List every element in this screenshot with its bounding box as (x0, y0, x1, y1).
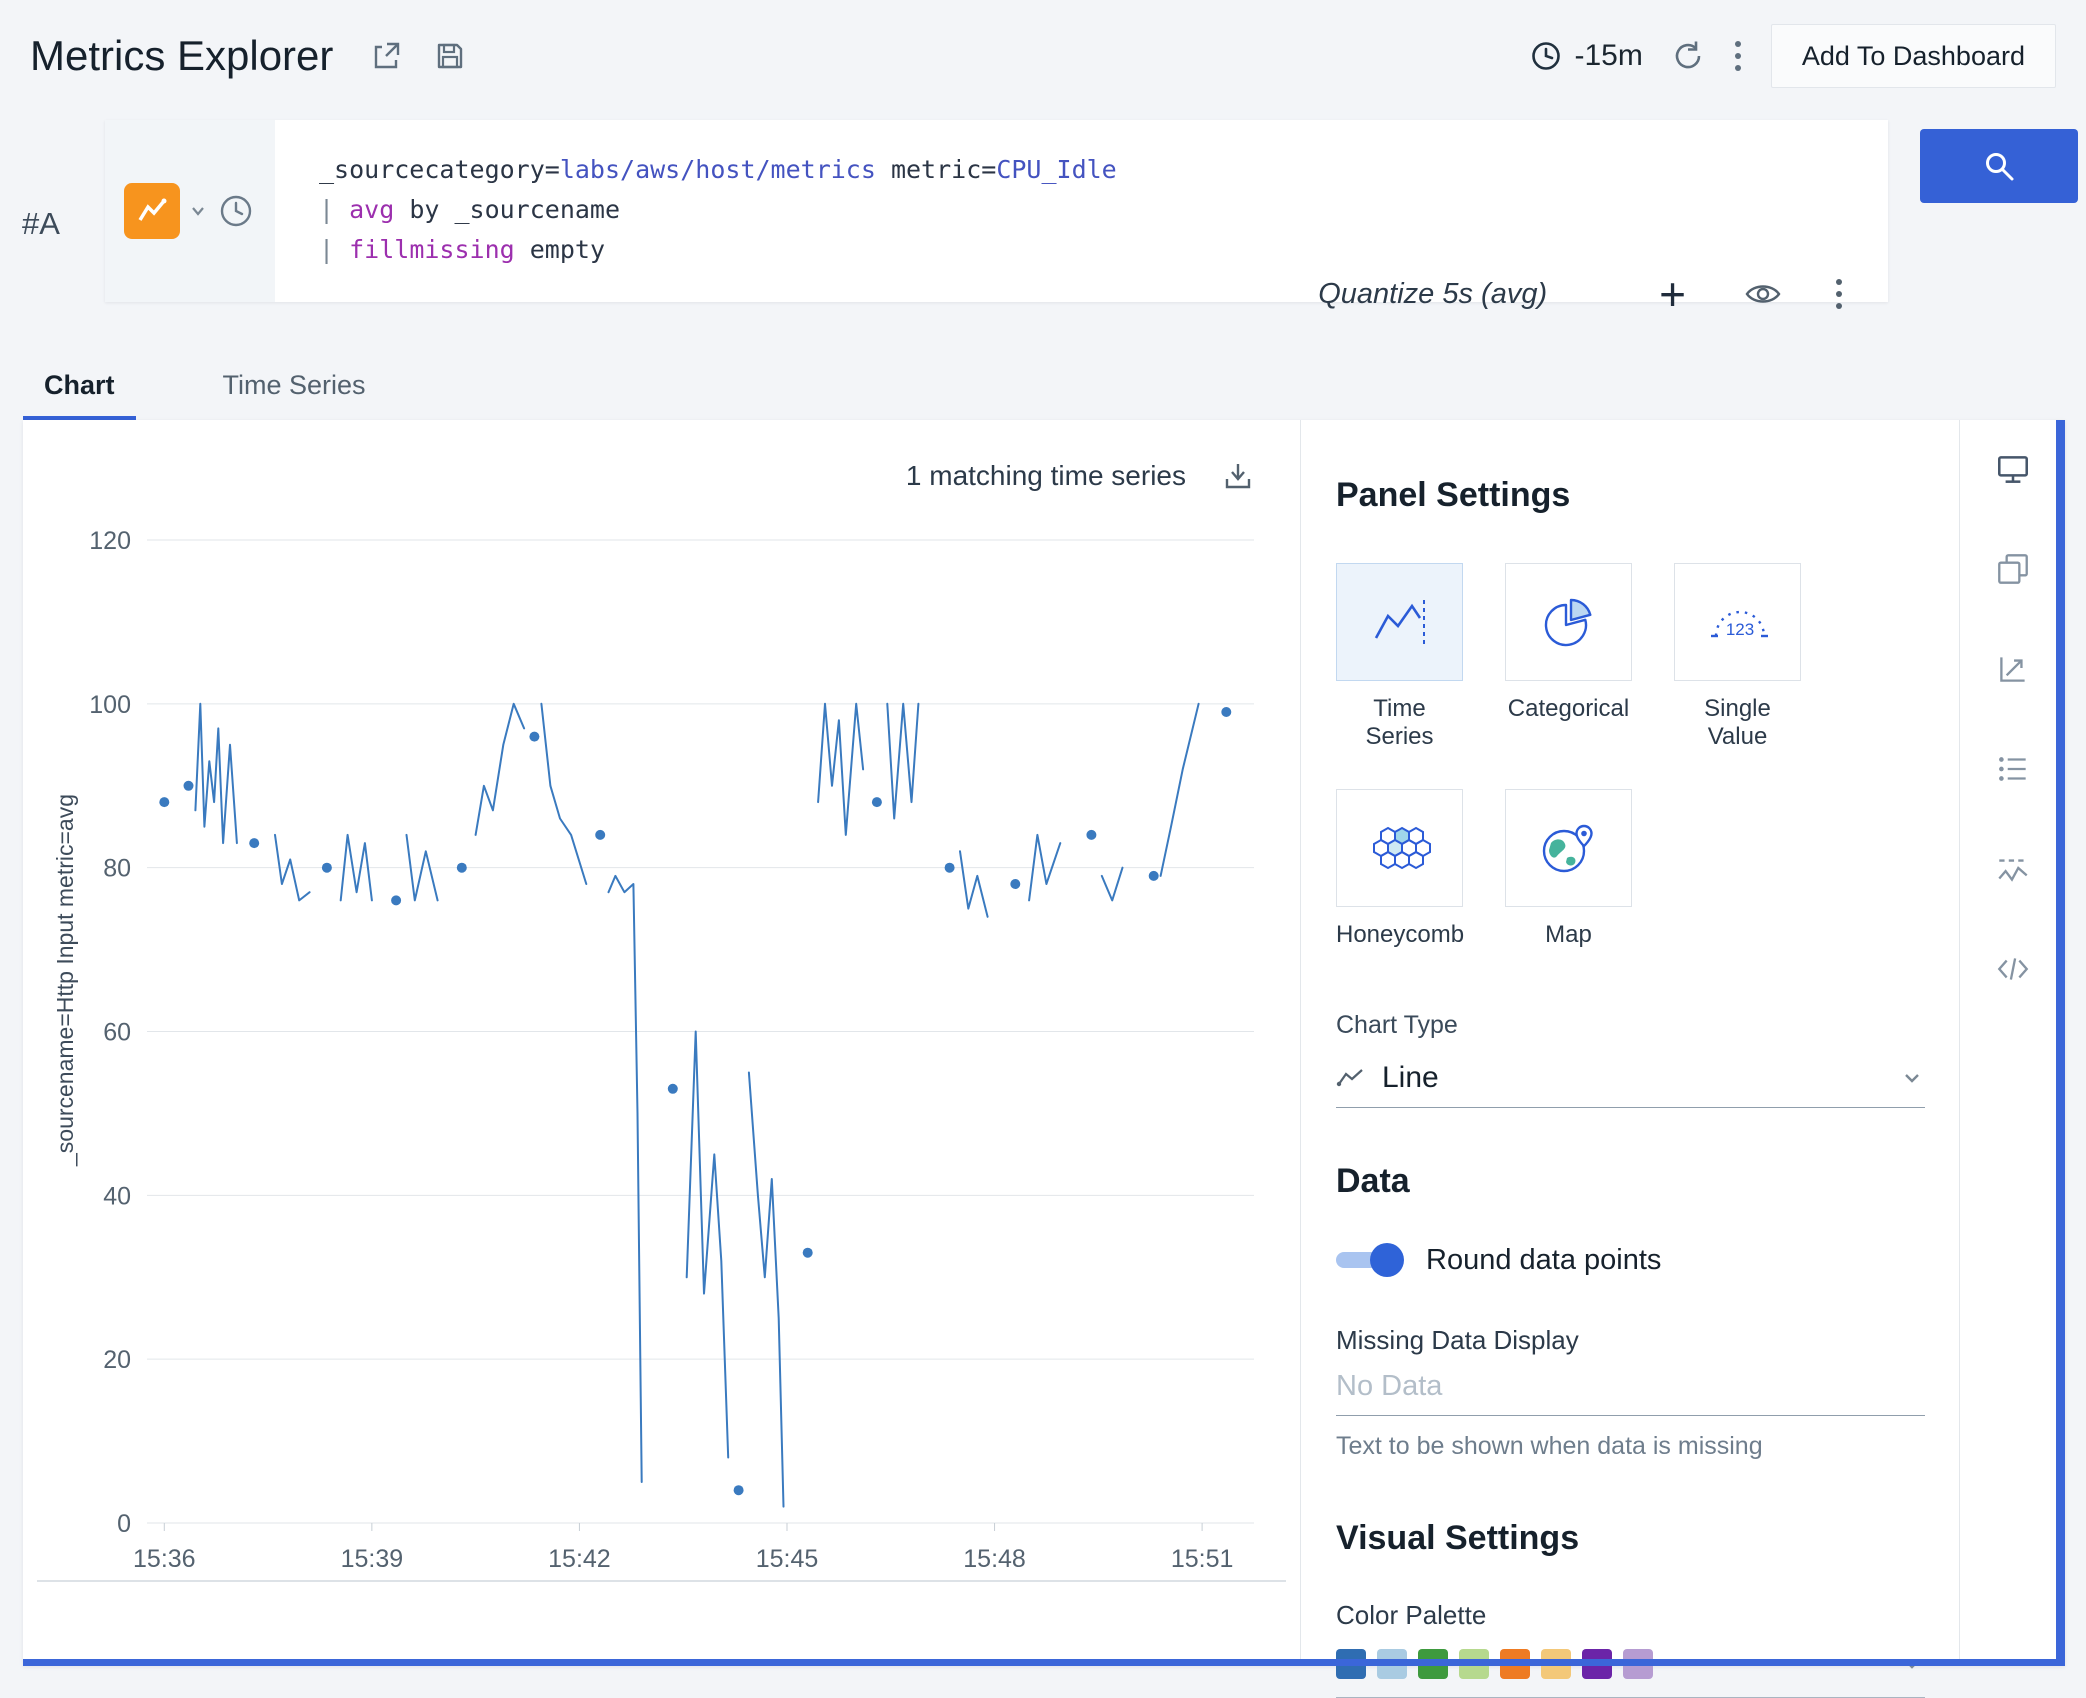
round-data-points-toggle[interactable] (1336, 1243, 1402, 1277)
panel-settings: Panel Settings Time Series Categorical (1301, 420, 1959, 1666)
query-kebab-icon[interactable] (1834, 277, 1844, 311)
save-icon[interactable] (433, 39, 467, 73)
query-line-1: _sourcecategory=labs/aws/host/metrics me… (319, 150, 1117, 190)
matching-series-label: 1 matching time series (906, 460, 1186, 492)
vertical-scrollbar[interactable] (2056, 420, 2065, 1666)
svg-text:15:45: 15:45 (756, 1545, 819, 1573)
add-to-dashboard-button[interactable]: Add To Dashboard (1771, 24, 2056, 88)
chart-type-select[interactable]: Line (1336, 1048, 1925, 1108)
search-button[interactable] (1920, 129, 2078, 203)
axes-range-icon[interactable] (1994, 650, 2032, 688)
quantize-label[interactable]: Quantize 5s (avg) (1318, 278, 1547, 311)
svg-text:100: 100 (89, 691, 131, 719)
pie-chart-icon (1537, 592, 1601, 652)
time-series-icon (1368, 592, 1432, 652)
chart-type-label: Chart Type (1336, 1011, 1925, 1040)
honeycomb-icon (1368, 818, 1432, 878)
page-title: Metrics Explorer (30, 32, 333, 80)
color-palette-label: Color Palette (1336, 1600, 1925, 1631)
overlay-panels-icon[interactable] (1994, 550, 2032, 588)
svg-text:20: 20 (103, 1346, 131, 1374)
svg-text:80: 80 (103, 855, 131, 883)
time-range-control[interactable]: -15m (1530, 39, 1642, 73)
query-input[interactable]: _sourcecategory=labs/aws/host/metrics me… (319, 150, 1117, 270)
query-line-3: | fillmissing empty (319, 230, 1117, 270)
svg-text:120: 120 (89, 527, 131, 555)
time-series-chart[interactable]: 0 20 40 60 80 100 120 15:36 15:39 15:42 15:45 15:48… (23, 420, 1300, 1666)
panel-type-single-value[interactable]: 123 Single Value (1674, 563, 1801, 751)
clock-icon (1530, 40, 1562, 72)
main-panel: 1 matching time series 0 20 40 60 80 100 120 15… (23, 420, 2065, 1666)
page-header: Metrics Explorer -15m Add To Dashboard (0, 0, 2086, 112)
svg-text:15:36: 15:36 (133, 1545, 196, 1573)
svg-text:15:39: 15:39 (341, 1545, 404, 1573)
download-icon[interactable] (1222, 460, 1254, 492)
kebab-menu-icon[interactable] (1733, 39, 1743, 73)
svg-text:60: 60 (103, 1019, 131, 1047)
missing-data-input[interactable] (1336, 1356, 1925, 1416)
round-data-points-label: Round data points (1426, 1244, 1661, 1277)
panel-type-time-series[interactable]: Time Series (1336, 563, 1463, 751)
svg-text:15:51: 15:51 (1171, 1545, 1234, 1573)
data-section-title: Data (1336, 1162, 1925, 1201)
svg-text:123: 123 (1725, 620, 1753, 639)
missing-data-label: Missing Data Display (1336, 1325, 1925, 1356)
chart-area: 1 matching time series 0 20 40 60 80 100 120 15… (23, 420, 1300, 1666)
view-tabs: Chart Time Series (30, 366, 380, 421)
query-time-override-icon[interactable] (216, 191, 256, 231)
svg-text:40: 40 (103, 1182, 131, 1210)
svg-text:_sourcename=Http Input metric=: _sourcename=Http Input metric=avg (52, 794, 78, 1167)
svg-text:15:42: 15:42 (548, 1545, 611, 1573)
legend-list-icon[interactable] (1994, 750, 2032, 788)
panel-type-honeycomb[interactable]: Honeycomb (1336, 789, 1463, 949)
time-range-value: -15m (1574, 39, 1642, 73)
refresh-icon[interactable] (1671, 39, 1705, 73)
horizontal-scrollbar[interactable] (23, 1659, 2056, 1666)
query-type-selector (105, 120, 275, 302)
tab-chart[interactable]: Chart (30, 366, 129, 421)
query-line-2: | avg by _sourcename (319, 190, 1117, 230)
missing-data-help: Text to be shown when data is missing (1336, 1432, 1925, 1461)
chevron-down-icon (1899, 1065, 1925, 1091)
threshold-icon[interactable] (1994, 850, 2032, 888)
map-globe-icon (1537, 818, 1601, 878)
tab-time-series[interactable]: Time Series (209, 366, 380, 421)
panel-type-map[interactable]: Map (1505, 789, 1632, 949)
metrics-query-icon[interactable] (124, 183, 180, 239)
query-row: #A _sourcecategory=labs/aws/host/metrics… (0, 120, 2086, 302)
add-query-icon[interactable]: + (1659, 274, 1686, 314)
color-palette-select[interactable] (1336, 1649, 1925, 1698)
visual-settings-title: Visual Settings (1336, 1519, 1925, 1558)
svg-text:15:48: 15:48 (963, 1545, 1026, 1573)
eye-visibility-icon[interactable] (1744, 281, 1782, 307)
panel-type-categorical[interactable]: Categorical (1505, 563, 1632, 751)
chevron-down-icon[interactable] (188, 201, 208, 221)
display-settings-icon[interactable] (1994, 450, 2032, 488)
gauge-icon: 123 (1706, 592, 1770, 652)
panel-type-cards: Time Series Categorical 123 Single Value (1336, 563, 1816, 949)
chart-type-value: Line (1382, 1061, 1439, 1095)
right-toolbar (1959, 420, 2065, 1666)
query-panel: _sourcecategory=labs/aws/host/metrics me… (105, 120, 1888, 302)
query-row-label: #A (22, 206, 60, 242)
search-icon (1982, 149, 2016, 183)
panel-settings-title: Panel Settings (1336, 476, 1925, 515)
svg-text:0: 0 (117, 1510, 131, 1538)
line-chart-mini-icon (1336, 1066, 1366, 1090)
export-icon[interactable] (369, 39, 403, 73)
code-icon[interactable] (1994, 950, 2032, 988)
